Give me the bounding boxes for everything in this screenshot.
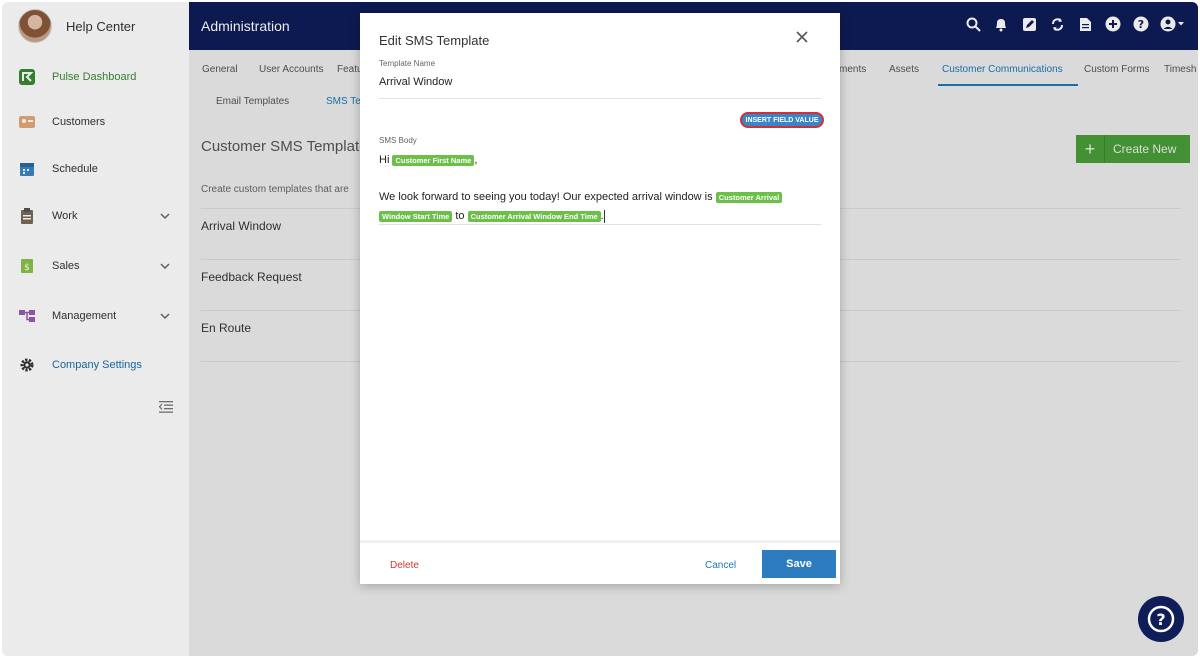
field-chip-arrival-start[interactable]: Window Start Time — [379, 211, 453, 222]
save-button[interactable]: Save — [762, 550, 836, 578]
dialog-title: Edit SMS Template — [379, 33, 490, 48]
body-text: Hi — [379, 154, 390, 166]
help-fab-glyph: ? — [1156, 610, 1165, 629]
field-underline — [379, 224, 821, 225]
insert-field-value-button[interactable]: INSERT FIELD VALUE — [740, 112, 824, 128]
sms-body-label: SMS Body — [379, 136, 417, 145]
app-window: Help Center Pulse Dashboard Customers Sc… — [2, 2, 1198, 656]
body-line-greeting: Hi Customer First Name, — [379, 151, 819, 170]
field-underline — [379, 98, 821, 99]
edit-sms-template-dialog: Edit SMS Template Template Name Arrival … — [360, 13, 840, 584]
field-chip-arrival-end[interactable]: Customer Arrival Window End Time — [467, 211, 601, 222]
cancel-button[interactable]: Cancel — [705, 560, 736, 571]
body-text: , — [474, 154, 478, 166]
template-name-label: Template Name — [379, 59, 436, 68]
body-line-message: We look forward to seeing you today! Our… — [379, 188, 819, 207]
sms-body-editor[interactable]: Hi Customer First Name, We look forward … — [379, 151, 819, 226]
body-text: to — [455, 210, 465, 222]
field-chip-first-name[interactable]: Customer First Name — [392, 155, 475, 166]
help-chat-button[interactable]: ? — [1138, 596, 1184, 642]
text-cursor — [603, 209, 605, 223]
help-icon: ? — [1147, 605, 1175, 633]
template-name-input[interactable]: Arrival Window — [379, 76, 452, 88]
close-icon[interactable] — [794, 31, 810, 47]
dialog-footer: Delete Cancel Save — [360, 540, 840, 587]
delete-button[interactable]: Delete — [390, 560, 419, 571]
field-chip-arrival-start[interactable]: Customer Arrival — [715, 192, 783, 203]
body-text: We look forward to seeing you today! Our… — [379, 191, 713, 203]
